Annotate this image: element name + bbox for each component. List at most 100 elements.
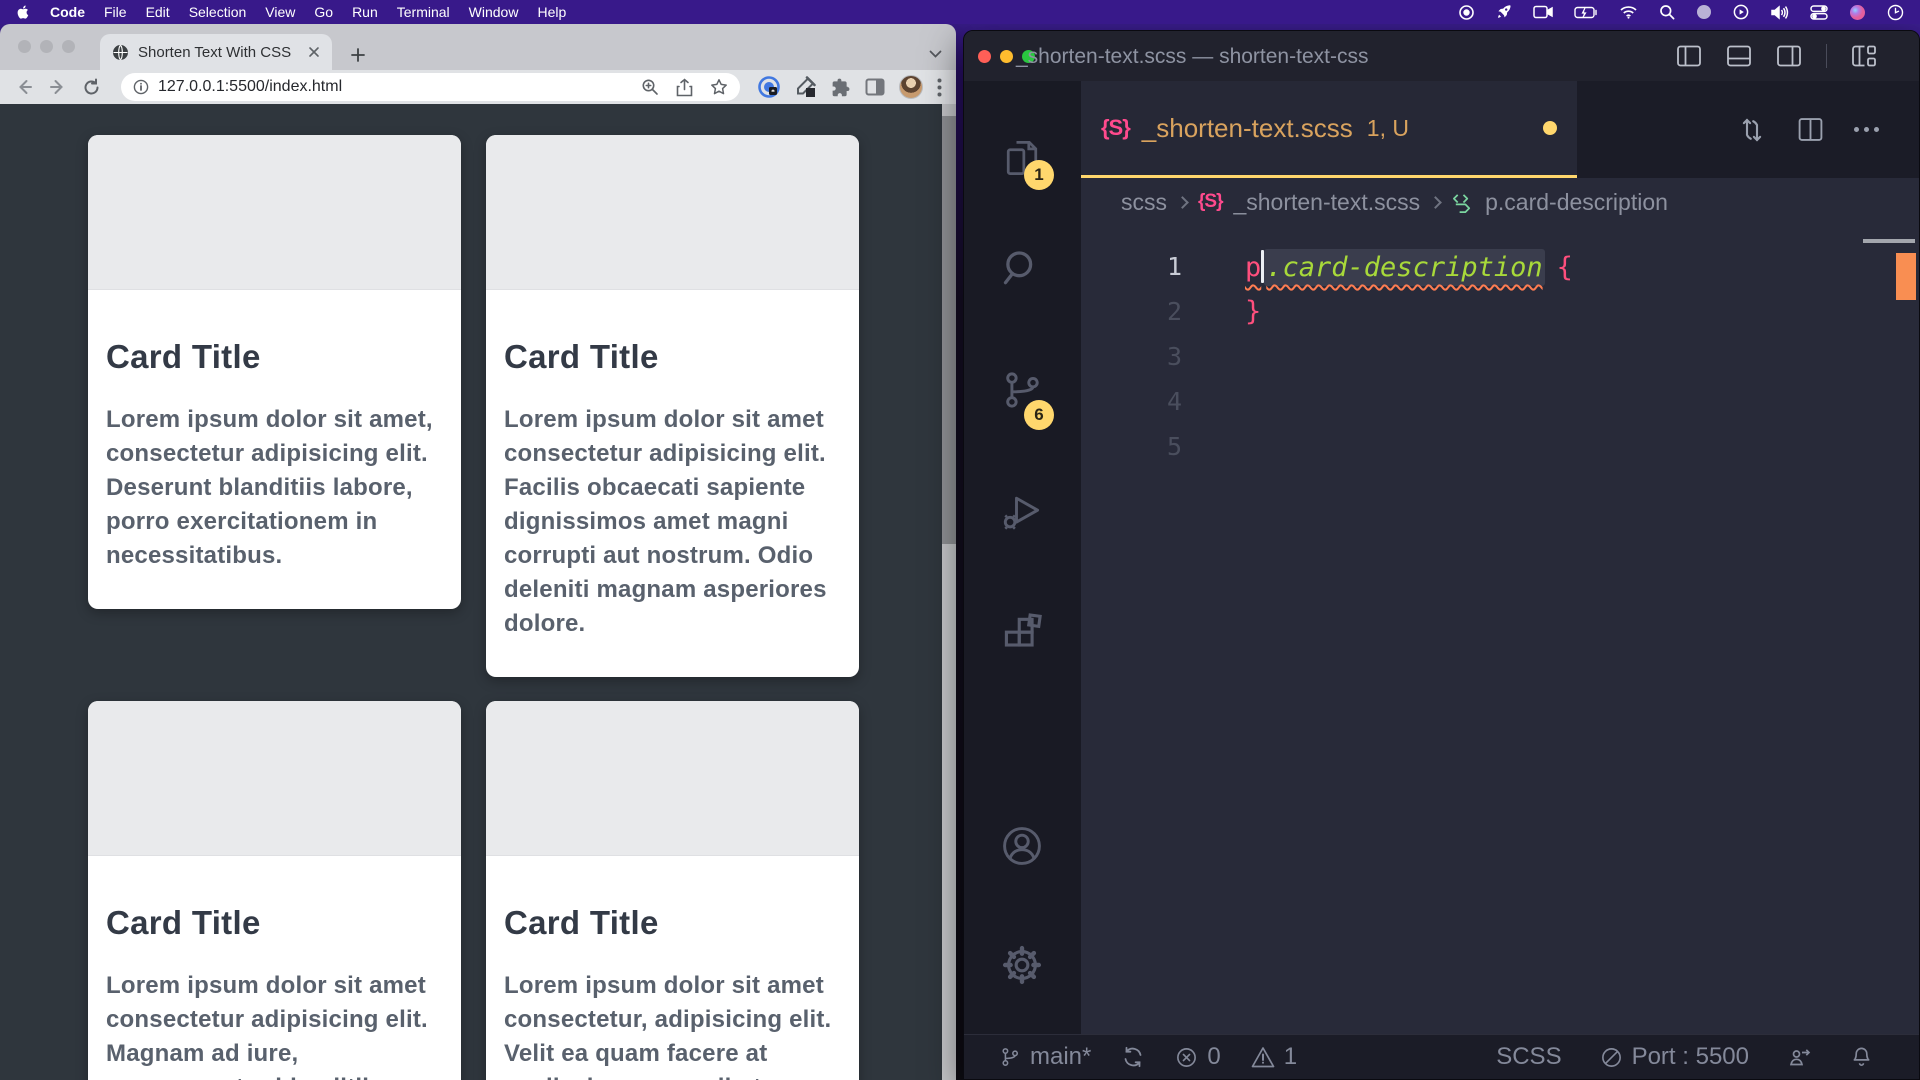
battery-charging-icon[interactable] — [1574, 6, 1598, 19]
zoom-icon[interactable] — [641, 78, 659, 96]
editor-tab-problem-git-badge: 1, U — [1367, 115, 1409, 142]
editor-group: {S} _shorten-text.scss 1, U scss {S} _sh… — [1081, 81, 1919, 1034]
breadcrumb-file[interactable]: _shorten-text.scss — [1233, 189, 1420, 216]
card-2-description: Lorem ipsum dolor sit amet consectetur a… — [504, 403, 841, 641]
card-1: Card Title Lorem ipsum dolor sit amet, c… — [88, 135, 461, 609]
card-1-description: Lorem ipsum dolor sit amet, consectetur … — [106, 403, 443, 573]
menu-item-file[interactable]: File — [104, 4, 127, 20]
branch-name: main* — [1030, 1043, 1091, 1071]
clock-icon[interactable] — [1887, 4, 1904, 21]
menu-item-run[interactable]: Run — [352, 4, 378, 20]
toggle-secondary-sidebar-icon[interactable] — [1776, 43, 1802, 69]
menu-item-selection[interactable]: Selection — [189, 4, 247, 20]
breadcrumb-symbol-icon — [1451, 191, 1474, 214]
browser-window: Shorten Text With CSS 127.0.0.1:5500/ind… — [0, 24, 956, 1080]
browser-tab[interactable]: Shorten Text With CSS — [100, 34, 332, 70]
line-number: 4 — [1081, 387, 1182, 416]
browser-traffic-lights[interactable] — [18, 40, 75, 53]
feedback-person-icon[interactable] — [1787, 1045, 1812, 1069]
code-line-3[interactable]: 3 — [1081, 334, 1919, 379]
rocket-icon[interactable] — [1496, 4, 1512, 20]
activity-bar: 1 6 — [964, 81, 1081, 1034]
split-editor-icon[interactable] — [1797, 116, 1824, 143]
close-window-button[interactable] — [978, 50, 991, 63]
search-icon[interactable] — [1000, 246, 1044, 290]
siri-icon[interactable] — [1849, 4, 1866, 21]
accounts-icon[interactable] — [1000, 824, 1044, 868]
menu-item-edit[interactable]: Edit — [146, 4, 170, 20]
extensions-puzzle-icon[interactable] — [830, 77, 851, 98]
menu-item-help[interactable]: Help — [537, 4, 566, 20]
open-changes-icon[interactable] — [1737, 115, 1767, 145]
menu-app-name[interactable]: Code — [50, 4, 85, 20]
live-reload-sync-button[interactable] — [1121, 1045, 1145, 1069]
code-editor[interactable]: 1 p.card-description{ 2 } 3 4 5 — [1081, 226, 1919, 1034]
record-icon[interactable] — [1458, 4, 1475, 21]
customize-layout-icon[interactable] — [1851, 43, 1877, 69]
tab-search-chevron-icon[interactable] — [929, 50, 942, 58]
browser-menu-kebab-icon[interactable] — [937, 78, 942, 97]
back-button[interactable] — [14, 77, 34, 97]
url-text[interactable]: 127.0.0.1:5500/index.html — [158, 78, 632, 96]
problems-errors[interactable]: 0 — [1175, 1043, 1220, 1071]
menu-item-view[interactable]: View — [265, 4, 295, 20]
control-center-icon[interactable] — [1810, 5, 1828, 20]
breadcrumb-chevron-icon — [1176, 196, 1189, 209]
new-tab-button[interactable] — [350, 47, 366, 63]
forward-button[interactable] — [48, 77, 68, 97]
card-1-image-placeholder — [88, 135, 461, 290]
page-scrollbar[interactable] — [942, 104, 956, 1080]
notifications-bell-icon[interactable] — [1850, 1045, 1873, 1069]
spotlight-search-icon[interactable] — [1659, 4, 1675, 20]
problems-warnings[interactable]: 1 — [1251, 1043, 1297, 1071]
menu-item-go[interactable]: Go — [314, 4, 333, 20]
run-debug-icon[interactable] — [1000, 490, 1044, 534]
titlebar-separator — [1826, 44, 1827, 68]
share-icon[interactable] — [676, 78, 693, 97]
warnings-count: 1 — [1284, 1043, 1297, 1071]
overview-ruler-warning-marker — [1896, 253, 1916, 300]
site-info-icon[interactable] — [133, 79, 149, 95]
live-server-port[interactable]: Port : 5500 — [1600, 1043, 1749, 1071]
language-mode[interactable]: SCSS — [1496, 1043, 1561, 1071]
colorpicker-extension-icon[interactable] — [794, 76, 816, 98]
apple-logo-icon[interactable] — [16, 4, 31, 20]
volume-icon[interactable] — [1770, 5, 1789, 20]
code-line-1[interactable]: 1 p.card-description{ — [1081, 244, 1919, 289]
menu-item-terminal[interactable]: Terminal — [397, 4, 450, 20]
page-scrollbar-thumb[interactable] — [942, 116, 956, 544]
code-line-2[interactable]: 2 } — [1081, 289, 1919, 334]
source-control-badge: 6 — [1024, 400, 1054, 430]
unsaved-changes-dot[interactable] — [1543, 121, 1557, 135]
web-page-viewport: Card Title Lorem ipsum dolor sit amet, c… — [0, 104, 956, 1080]
toggle-panel-icon[interactable] — [1726, 43, 1752, 69]
editor-scrollbar[interactable] — [1863, 239, 1915, 243]
dnd-dot-icon[interactable] — [1696, 4, 1712, 20]
card-2: Card Title Lorem ipsum dolor sit amet co… — [486, 135, 859, 677]
breadcrumb-folder[interactable]: scss — [1121, 189, 1167, 216]
screen-record-icon[interactable] — [1733, 4, 1749, 20]
side-panel-icon[interactable] — [865, 77, 885, 97]
browser-tab-title: Shorten Text With CSS — [138, 44, 299, 61]
editor-tab-shorten-text[interactable]: {S} _shorten-text.scss 1, U — [1081, 81, 1577, 178]
code-line-4[interactable]: 4 — [1081, 379, 1919, 424]
reload-button[interactable] — [82, 78, 101, 97]
settings-gear-icon[interactable] — [1000, 943, 1044, 987]
card-4-description: Lorem ipsum dolor sit amet consectetur, … — [504, 969, 841, 1080]
vscode-window: _shorten-text.scss — shorten-text-css 1 … — [963, 30, 1920, 1080]
profile-avatar[interactable] — [899, 75, 923, 99]
breadcrumb-symbol[interactable]: p.card-description — [1485, 189, 1668, 216]
menu-item-window[interactable]: Window — [469, 4, 519, 20]
wifi-icon[interactable] — [1619, 5, 1638, 19]
address-bar[interactable]: 127.0.0.1:5500/index.html — [121, 73, 740, 101]
tab-close-icon[interactable] — [308, 46, 320, 58]
minimize-window-button[interactable] — [1000, 50, 1013, 63]
camera-icon[interactable] — [1533, 5, 1553, 19]
more-actions-ellipsis-icon[interactable] — [1854, 127, 1879, 132]
toggle-sidebar-icon[interactable] — [1676, 43, 1702, 69]
extension-blue-icon[interactable] — [758, 76, 780, 98]
extensions-icon[interactable] — [1000, 612, 1044, 656]
code-line-5[interactable]: 5 — [1081, 424, 1919, 469]
bookmark-star-icon[interactable] — [710, 78, 728, 96]
git-branch-status[interactable]: main* — [999, 1043, 1091, 1071]
